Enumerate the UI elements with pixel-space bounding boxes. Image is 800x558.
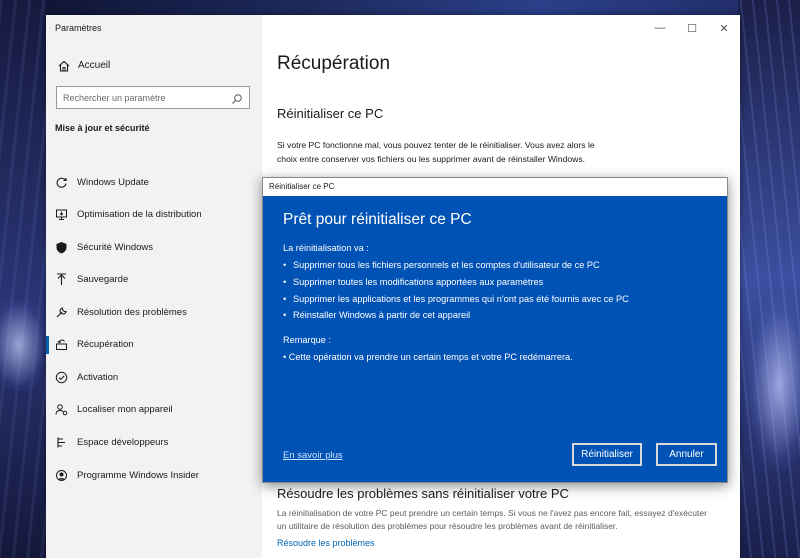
sidebar-item-label: Programme Windows Insider [77, 470, 199, 481]
sidebar-item-label: Résolution des problèmes [77, 307, 187, 318]
home-icon [57, 59, 71, 73]
maximize-button[interactable]: ☐ [676, 15, 708, 41]
reset-pc-dialog: Réinitialiser ce PC Prêt pour réinitiali… [262, 177, 728, 483]
page-title: Récupération [277, 53, 391, 74]
troubleshoot-section-title: Résoudre les problèmes sans réinitialise… [277, 486, 569, 501]
sidebar-item-label: Récupération [77, 339, 134, 350]
desktop-background-left [0, 0, 46, 558]
sidebar-item-developers[interactable]: Espace développeurs [46, 430, 262, 456]
troubleshoot-link[interactable]: Résoudre les problèmes [277, 538, 375, 548]
close-button[interactable]: ✕ [708, 15, 740, 41]
refresh-icon [55, 176, 68, 189]
list-item: Supprimer les applications et les progra… [283, 294, 629, 311]
reset-button[interactable]: Réinitialiser [572, 443, 642, 466]
troubleshoot-section-description: La réinitialisation de votre PC peut pre… [277, 508, 707, 531]
dialog-note-label: Remarque : [283, 335, 332, 345]
sidebar-item-activation[interactable]: Activation [46, 365, 262, 391]
backup-arrow-icon [55, 273, 68, 286]
sidebar-item-windows-update[interactable]: Windows Update [46, 170, 262, 196]
sidebar-item-label: Sécurité Windows [77, 242, 154, 253]
desktop-light-glow-left [0, 300, 46, 390]
dialog-note: • Cette opération va prendre un certain … [283, 352, 573, 362]
minimize-button[interactable]: — [644, 15, 676, 41]
search-input[interactable] [63, 91, 223, 105]
sidebar-item-label: Windows Update [77, 177, 149, 188]
search-icon[interactable] [231, 92, 243, 104]
desktop-light-glow-right [748, 300, 800, 470]
home-label: Accueil [78, 60, 111, 71]
learn-more-link[interactable]: En savoir plus [283, 450, 343, 461]
list-item: Supprimer tous les fichiers personnels e… [283, 260, 629, 277]
sidebar-item-delivery-optimization[interactable]: Optimisation de la distribution [46, 202, 262, 228]
dialog-titlebar[interactable]: Réinitialiser ce PC [263, 178, 727, 196]
section-label: Mise à jour et sécurité [55, 123, 150, 133]
dialog-body: Prêt pour réinitialiser ce PC La réiniti… [263, 196, 727, 482]
sidebar-item-label: Activation [77, 372, 119, 383]
sidebar-item-label: Espace développeurs [77, 437, 169, 448]
list-item: Réinstaller Windows à partir de cet appa… [283, 310, 629, 327]
insider-icon [55, 469, 68, 482]
window-controls: — ☐ ✕ [644, 15, 740, 41]
cancel-button[interactable]: Annuler [656, 443, 717, 466]
sidebar-item-label: Sauvegarde [77, 274, 129, 285]
check-circle-icon [55, 371, 68, 384]
sidebar-item-recovery[interactable]: Récupération [46, 332, 262, 358]
dialog-intro: La réinitialisation va : [283, 243, 369, 253]
dialog-heading: Prêt pour réinitialiser ce PC [283, 211, 472, 228]
sidebar: Paramètres Accueil Mise à jour et sécuri… [46, 15, 262, 558]
delivery-optimization-icon [55, 208, 68, 221]
reset-section-description: Si votre PC fonctionne mal, vous pouvez … [277, 140, 595, 164]
dialog-bullet-list: Supprimer tous les fichiers personnels e… [283, 260, 629, 327]
sidebar-item-label: Localiser mon appareil [77, 404, 173, 415]
sidebar-item-windows-insider[interactable]: Programme Windows Insider [46, 463, 262, 489]
dialog-window-title: Réinitialiser ce PC [269, 182, 335, 191]
reset-section-title: Réinitialiser ce PC [277, 106, 384, 121]
developer-icon [55, 436, 68, 449]
search-box[interactable] [56, 86, 250, 109]
list-item: Supprimer toutes les modifications appor… [283, 277, 629, 294]
sidebar-item-find-my-device[interactable]: Localiser mon appareil [46, 397, 262, 423]
recovery-icon [55, 338, 68, 351]
shield-icon [55, 241, 68, 254]
sidebar-item-label: Optimisation de la distribution [77, 209, 202, 220]
person-location-icon [55, 403, 68, 416]
active-indicator [46, 336, 49, 354]
sidebar-item-windows-security[interactable]: Sécurité Windows [46, 235, 262, 261]
window-title: Paramètres [55, 23, 102, 33]
wrench-icon [55, 306, 68, 319]
home-nav-item[interactable]: Accueil [46, 55, 262, 77]
sidebar-item-backup[interactable]: Sauvegarde [46, 267, 262, 293]
sidebar-item-troubleshoot[interactable]: Résolution des problèmes [46, 300, 262, 326]
desktop-background-right [738, 0, 800, 558]
